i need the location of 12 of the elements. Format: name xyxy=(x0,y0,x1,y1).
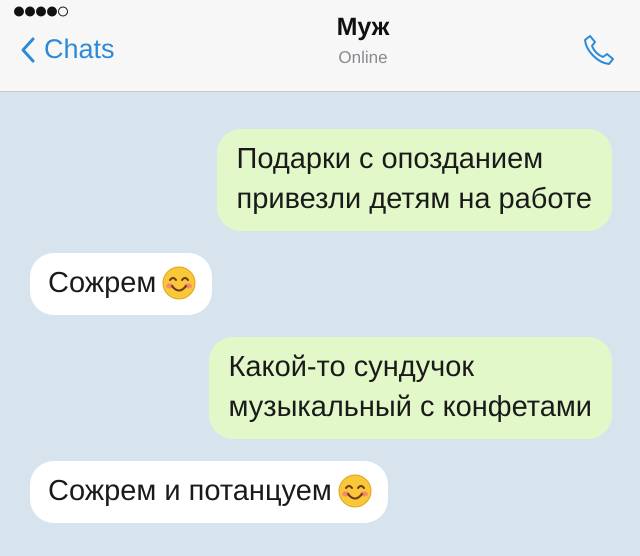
message-text: музыкальный с конфетами xyxy=(228,390,592,425)
message-text: Подарки с опозданием xyxy=(236,142,544,177)
message-text: Сожрем и потанцуем xyxy=(48,471,372,511)
message-text: привезли детям на работе xyxy=(236,182,592,217)
chat-title: Муж xyxy=(336,13,390,42)
message-text: Сожрем xyxy=(48,263,196,303)
back-button[interactable]: Chats xyxy=(14,34,144,65)
chevron-left-icon xyxy=(20,36,36,64)
signal-icon xyxy=(14,6,68,17)
message-text: Какой-то сундучок xyxy=(228,350,476,385)
phone-icon[interactable] xyxy=(582,32,616,66)
chat-status: Online xyxy=(338,48,388,68)
